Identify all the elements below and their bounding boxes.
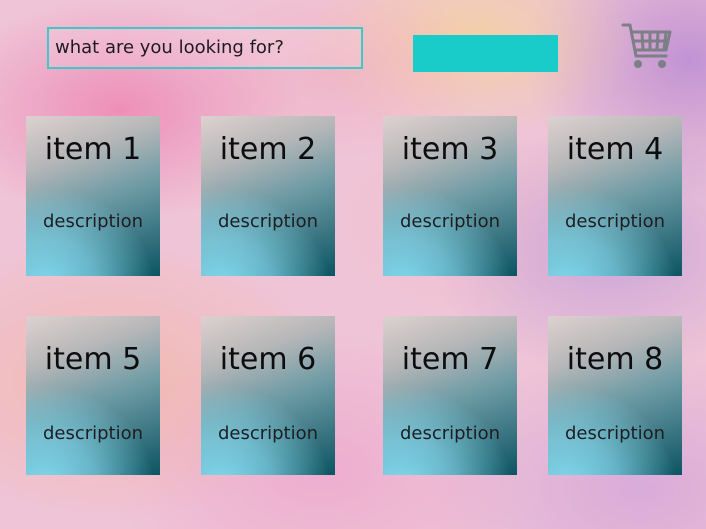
search-input[interactable]: what are you looking for? xyxy=(47,27,363,69)
product-description: description xyxy=(399,211,501,232)
product-card-item-1[interactable]: item 1 description xyxy=(26,116,160,276)
product-title: item 7 xyxy=(401,342,499,377)
product-description: description xyxy=(399,423,501,444)
product-title: item 8 xyxy=(566,342,664,377)
product-title: item 2 xyxy=(219,132,317,167)
product-card-item-3[interactable]: item 3 description xyxy=(383,116,517,276)
product-description: description xyxy=(564,423,666,444)
product-description: description xyxy=(42,211,144,232)
product-description: description xyxy=(564,211,666,232)
product-title: item 4 xyxy=(566,132,664,167)
product-title: item 1 xyxy=(44,132,142,167)
product-card-item-7[interactable]: item 7 description xyxy=(383,316,517,475)
product-card-item-5[interactable]: item 5 description xyxy=(26,316,160,475)
shopping-cart-icon[interactable] xyxy=(620,20,674,74)
product-description: description xyxy=(217,423,319,444)
product-title: item 6 xyxy=(219,342,317,377)
product-description: description xyxy=(217,211,319,232)
search-button[interactable] xyxy=(413,35,558,72)
product-description: description xyxy=(42,423,144,444)
product-card-item-4[interactable]: item 4 description xyxy=(548,116,682,276)
product-card-item-2[interactable]: item 2 description xyxy=(201,116,335,276)
product-card-item-6[interactable]: item 6 description xyxy=(201,316,335,475)
product-card-item-8[interactable]: item 8 description xyxy=(548,316,682,475)
product-title: item 3 xyxy=(401,132,499,167)
product-title: item 5 xyxy=(44,342,142,377)
